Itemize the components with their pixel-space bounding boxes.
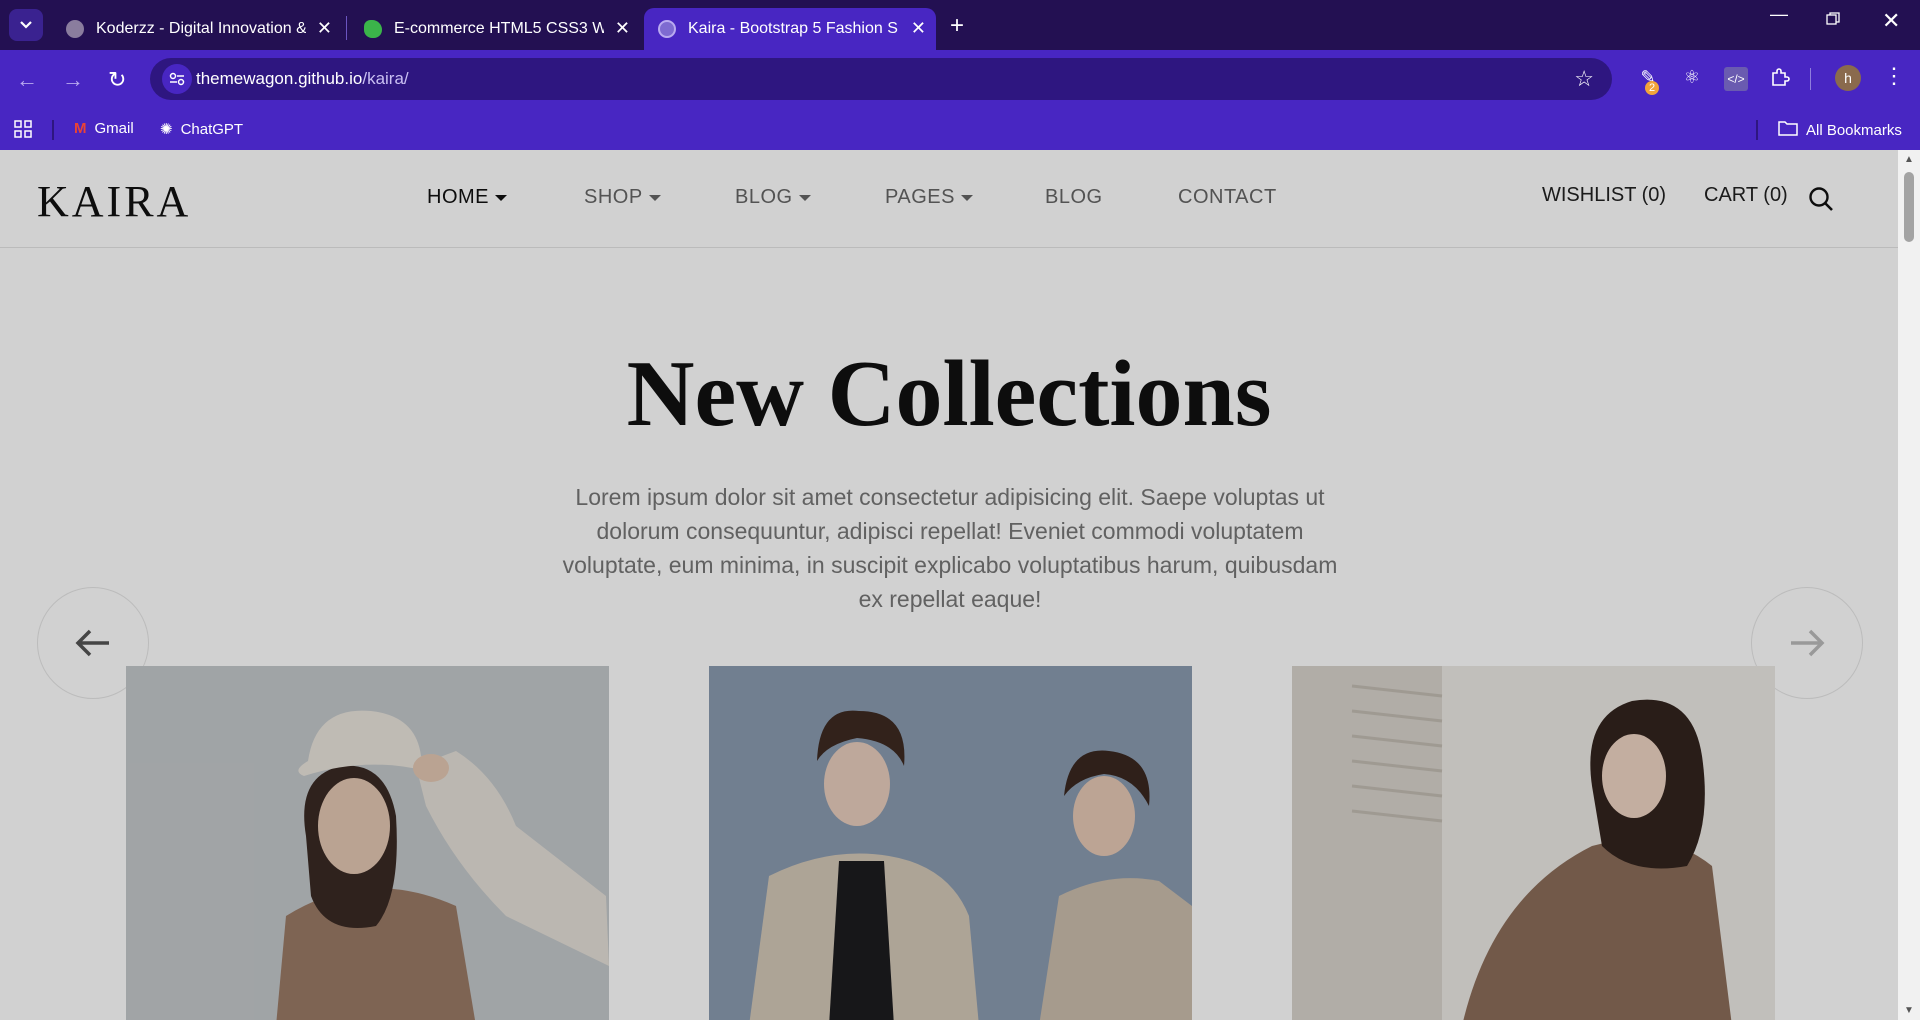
collection-image-3	[1292, 666, 1775, 1020]
collection-card-3[interactable]	[1292, 666, 1775, 1020]
close-tab-icon[interactable]: ✕	[911, 19, 926, 37]
site-header: KAIRA HOME SHOP BLOG PAGES BLOG CONTACT …	[0, 150, 1898, 248]
arrow-left-icon	[75, 629, 109, 657]
toolbar-divider	[1810, 68, 1811, 90]
nav-shop[interactable]: SHOP	[584, 186, 661, 209]
collection-image-2	[709, 666, 1192, 1020]
nav-contact[interactable]: CONTACT	[1178, 186, 1277, 209]
wishlist-link[interactable]: WISHLIST (0)	[1542, 184, 1666, 207]
hero-title: New Collections	[626, 342, 1272, 446]
chatgpt-icon: ✺	[160, 121, 173, 138]
ecommerce-favicon-icon	[364, 20, 382, 38]
bookmarks-bar: M Gmail ✺ ChatGPT All Bookmarks	[0, 108, 1920, 150]
gmail-icon: M	[74, 120, 87, 137]
close-tab-icon[interactable]: ✕	[615, 19, 630, 37]
chevron-down-icon	[20, 21, 32, 29]
koderzz-favicon-icon	[66, 20, 84, 38]
globe-icon	[658, 20, 676, 38]
tab-search-button[interactable]	[9, 9, 43, 41]
collection-card-1[interactable]	[126, 666, 609, 1020]
forward-arrow-icon[interactable]: →	[62, 67, 84, 93]
minimize-icon[interactable]: —	[1770, 4, 1788, 25]
scroll-down-icon[interactable]: ▼	[1904, 1005, 1914, 1016]
page-scrollbar[interactable]: ▲ ▼	[1898, 150, 1920, 1020]
profile-avatar[interactable]: h	[1835, 65, 1861, 91]
extension-badge: 2	[1645, 81, 1660, 95]
scroll-up-icon[interactable]: ▲	[1904, 154, 1914, 165]
tab-divider	[346, 16, 347, 40]
apps-grid-icon[interactable]	[14, 120, 32, 138]
tab-koderzz[interactable]: Koderzz - Digital Innovation & I ✕	[52, 8, 342, 50]
scrollbar-thumb[interactable]	[1904, 172, 1914, 242]
bookmark-chatgpt[interactable]: ✺ ChatGPT	[160, 120, 243, 139]
caret-down-icon	[495, 194, 507, 201]
site-info-icon[interactable]	[162, 64, 192, 94]
folder-icon	[1778, 120, 1798, 140]
code-extension-icon[interactable]: </>	[1724, 67, 1748, 91]
close-window-icon[interactable]: ✕	[1882, 8, 1900, 34]
bookmark-gmail[interactable]: M Gmail	[74, 120, 134, 137]
arrow-right-icon	[1791, 629, 1825, 657]
cart-link[interactable]: CART (0)	[1704, 184, 1788, 207]
caret-down-icon	[960, 194, 973, 201]
extensions-puzzle-icon[interactable]	[1768, 67, 1792, 91]
reload-icon[interactable]: ↻	[108, 67, 126, 93]
address-bar[interactable]: themewagon.github.io/kaira/ ☆	[150, 58, 1612, 100]
collection-card-2[interactable]	[709, 666, 1192, 1020]
restore-icon[interactable]	[1826, 10, 1840, 31]
close-tab-icon[interactable]: ✕	[317, 19, 332, 37]
collection-image-1	[126, 666, 609, 1020]
browser-toolbar: ← → ↻ themewagon.github.io/kaira/ ☆ ✎ 2 …	[0, 50, 1920, 108]
new-tab-button[interactable]: +	[950, 12, 964, 40]
site-logo[interactable]: KAIRA	[37, 176, 191, 227]
web-page: KAIRA HOME SHOP BLOG PAGES BLOG CONTACT …	[0, 150, 1898, 1020]
bookmark-divider	[1756, 120, 1758, 140]
caret-down-icon	[798, 194, 811, 201]
bookmark-star-icon[interactable]: ☆	[1574, 66, 1594, 92]
react-devtools-icon[interactable]: ⚛	[1680, 67, 1704, 91]
back-arrow-icon[interactable]: ←	[16, 67, 38, 93]
url-text: themewagon.github.io/kaira/	[196, 69, 409, 88]
bookmark-divider	[52, 120, 54, 140]
nav-pages[interactable]: PAGES	[885, 186, 973, 209]
tab-kaira-active[interactable]: Kaira - Bootstrap 5 Fashion Store ✕	[644, 8, 936, 50]
search-icon[interactable]	[1808, 186, 1834, 212]
nav-home[interactable]: HOME	[427, 186, 507, 209]
hero-description: Lorem ipsum dolor sit amet consectetur a…	[562, 484, 1338, 612]
tab-ecommerce[interactable]: E-commerce HTML5 CSS3 Website ✕	[350, 8, 640, 50]
nav-blog-dropdown[interactable]: BLOG	[735, 186, 811, 209]
nav-blog[interactable]: BLOG	[1045, 186, 1103, 209]
browser-tab-bar: Koderzz - Digital Innovation & I ✕ E-com…	[0, 0, 1920, 50]
caret-down-icon	[648, 194, 661, 201]
more-menu-icon[interactable]: ⋮	[1882, 63, 1906, 88]
all-bookmarks[interactable]: All Bookmarks	[1778, 120, 1902, 140]
